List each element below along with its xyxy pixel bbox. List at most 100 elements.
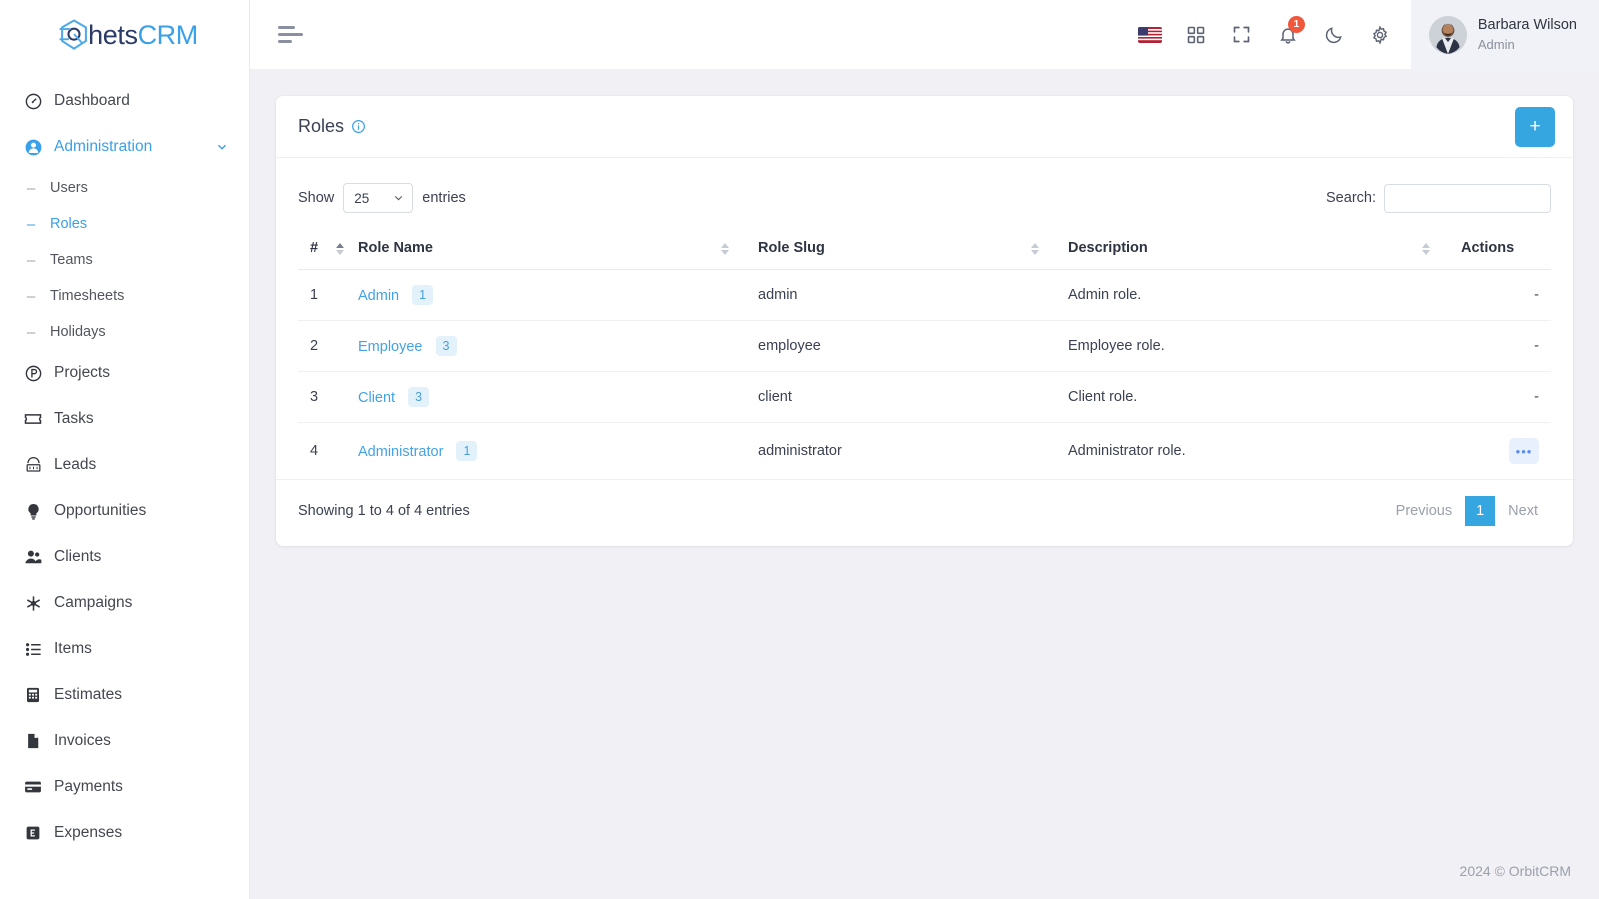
col-header-role-slug[interactable]: Role Slug	[758, 228, 1068, 270]
hamburger-icon[interactable]	[278, 26, 304, 43]
notification-count-badge: 1	[1287, 15, 1305, 33]
sidebar-item-payments[interactable]: Payments	[0, 764, 249, 810]
lightbulb-icon	[22, 500, 44, 522]
cell-number: 3	[298, 371, 358, 423]
pagination-page-1[interactable]: 1	[1465, 496, 1496, 526]
cell-number: 1	[298, 269, 358, 321]
add-role-button[interactable]: +	[1515, 106, 1555, 147]
sidebar-item-label: Leads	[54, 456, 97, 473]
dash-bullet-icon: –	[26, 287, 36, 305]
cell-role-slug: administrator	[758, 443, 842, 459]
sidebar-item-campaigns[interactable]: Campaigns	[0, 580, 249, 626]
sort-indicator-icon	[1422, 242, 1431, 256]
pagination-previous[interactable]: Previous	[1383, 496, 1465, 526]
col-header-description[interactable]: Description	[1068, 228, 1461, 270]
dash-bullet-icon: –	[26, 251, 36, 269]
col-header-label: Description	[1068, 240, 1148, 256]
people-icon	[22, 546, 44, 568]
speedometer-icon	[22, 90, 44, 112]
sidebar-item-leads[interactable]: Leads	[0, 442, 249, 488]
sidebar-item-opportunities[interactable]: Opportunities	[0, 488, 249, 534]
cell-description: Administrator role.	[1068, 443, 1186, 459]
sidebar-item-label: Clients	[54, 548, 102, 565]
sidebar-item-label: Estimates	[54, 686, 123, 703]
table-head: # Role Name Role Slug Description Action…	[298, 228, 1551, 270]
cell-actions: -	[1461, 371, 1551, 423]
roles-table: # Role Name Role Slug Description Action…	[298, 228, 1551, 479]
table-row: 3 Client 3 client Client role. -	[298, 371, 1551, 423]
sidebar-item-roles[interactable]: – Roles	[0, 206, 249, 242]
table-footer: Showing 1 to 4 of 4 entries Previous 1 N…	[276, 479, 1573, 546]
pagination-next[interactable]: Next	[1495, 496, 1551, 526]
gear-icon[interactable]	[1357, 0, 1403, 70]
moon-icon[interactable]	[1311, 0, 1357, 70]
bell-icon[interactable]: 1	[1265, 0, 1311, 70]
sidebar-item-label: Invoices	[54, 732, 111, 749]
col-header-label: Role Slug	[758, 240, 825, 256]
sidebar-item-label: Expenses	[54, 824, 123, 841]
fullscreen-icon[interactable]	[1219, 0, 1265, 70]
us-flag-icon	[1137, 26, 1162, 43]
sidebar-item-clients[interactable]: Clients	[0, 534, 249, 580]
col-header-label: #	[310, 240, 319, 256]
user-role: Admin	[1477, 36, 1515, 52]
table-info: Showing 1 to 4 of 4 entries	[298, 503, 470, 519]
sidebar-item-estimates[interactable]: Estimates	[0, 672, 249, 718]
brand-logo-area[interactable]: hetsCRM	[0, 0, 249, 70]
sidebar-item-teams[interactable]: – Teams	[0, 242, 249, 278]
user-profile-menu[interactable]: Barbara Wilson Admin	[1410, 0, 1599, 70]
info-circle-icon[interactable]	[351, 119, 366, 134]
cell-description: Client role.	[1068, 371, 1461, 423]
page-length-select[interactable]: 251050100	[343, 183, 414, 213]
cell-actions: -	[1461, 320, 1551, 372]
cell-role-slug: admin	[758, 269, 1068, 321]
sidebar-item-holidays[interactable]: – Holidays	[0, 314, 249, 350]
sidebar-item-label: Tasks	[54, 410, 94, 427]
table-row: 4 Administrator 1 administrator Administ…	[298, 423, 1551, 480]
cell-actions: •••	[1461, 423, 1551, 480]
pagination: Previous 1 Next	[1383, 496, 1551, 526]
page-content: Roles + Show 25 entries Search: # Role N…	[250, 70, 1599, 843]
role-count-badge: 3	[435, 336, 457, 356]
language-flag-icon[interactable]	[1127, 0, 1173, 70]
roles-card: Roles + Show 25 entries Search: # Role N…	[276, 96, 1573, 546]
page-title-text: Roles	[298, 116, 345, 136]
expense-box-icon	[22, 822, 44, 844]
card-body: Show 251050100 entries	[276, 158, 1573, 479]
document-icon	[22, 730, 44, 752]
col-header-number[interactable]: #	[298, 228, 358, 270]
role-count-badge: 1	[456, 441, 478, 461]
main-area: 1 Barbara Wilson Admin Roles + Show 25 e…	[250, 0, 1599, 899]
footer-copyright: 2024 © OrbitCRM	[1459, 863, 1571, 879]
role-link[interactable]: Admin	[358, 288, 399, 304]
app-root: hetsCRM Dashboard Administration – Users…	[0, 0, 1599, 899]
col-header-label: Actions	[1461, 240, 1515, 256]
sidebar-item-users[interactable]: – Users	[0, 170, 249, 206]
sidebar-item-label: Opportunities	[54, 502, 147, 519]
search-input[interactable]	[1384, 183, 1551, 213]
apps-grid-icon[interactable]	[1173, 0, 1219, 70]
sidebar-item-tasks[interactable]: Tasks	[0, 396, 249, 442]
sidebar-item-dashboard[interactable]: Dashboard	[0, 78, 249, 124]
sort-indicator-icon	[1031, 242, 1040, 256]
dash-bullet-icon: –	[26, 179, 36, 197]
cell-role-name: Admin 1	[358, 269, 758, 321]
sort-indicator-icon	[721, 242, 730, 256]
row-actions-menu-button[interactable]: •••	[1509, 438, 1539, 464]
col-header-actions: Actions	[1461, 228, 1551, 270]
sidebar-item-timesheets[interactable]: – Timesheets	[0, 278, 249, 314]
col-header-label: Role Name	[358, 240, 433, 256]
sidebar-item-invoices[interactable]: Invoices	[0, 718, 249, 764]
role-link[interactable]: Client	[358, 390, 395, 406]
sidebar-item-expenses[interactable]: Expenses	[0, 810, 249, 856]
role-link[interactable]: Employee	[358, 339, 422, 355]
sidebar-item-items[interactable]: Items	[0, 626, 249, 672]
show-label: Show	[298, 190, 335, 206]
role-link[interactable]: Administrator	[358, 444, 443, 460]
table-body: 1 Admin 1 admin Admin role. - 2 Employee…	[298, 269, 1551, 480]
sidebar-item-projects[interactable]: Projects	[0, 350, 249, 396]
ticket-icon	[22, 408, 44, 430]
col-header-role-name[interactable]: Role Name	[358, 228, 758, 270]
sidebar-item-administration[interactable]: Administration	[0, 124, 249, 170]
page-footer: 2024 © OrbitCRM	[250, 843, 1599, 899]
